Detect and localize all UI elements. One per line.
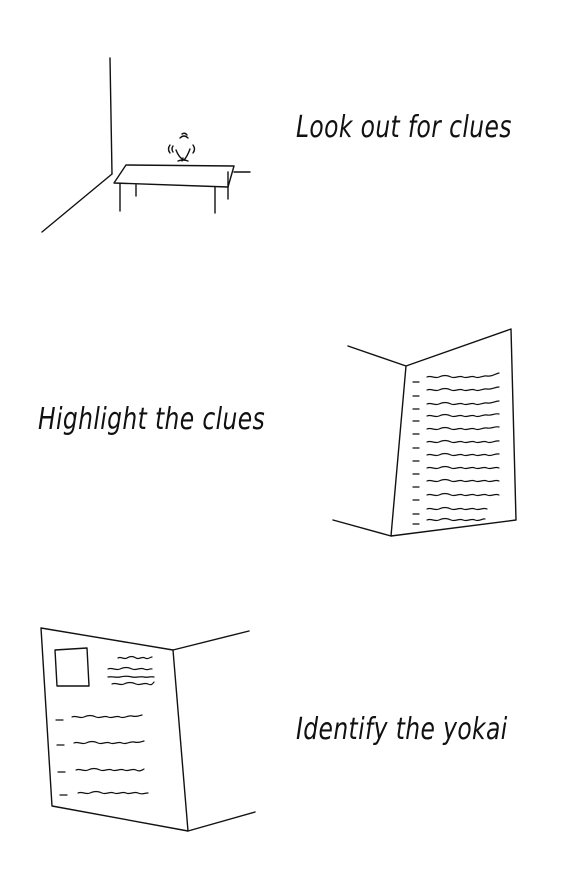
step-identify-the-yokai: Identify the yokai [0, 0, 561, 886]
step-caption: Identify the yokai [296, 712, 508, 747]
open-file-icon [0, 0, 561, 886]
